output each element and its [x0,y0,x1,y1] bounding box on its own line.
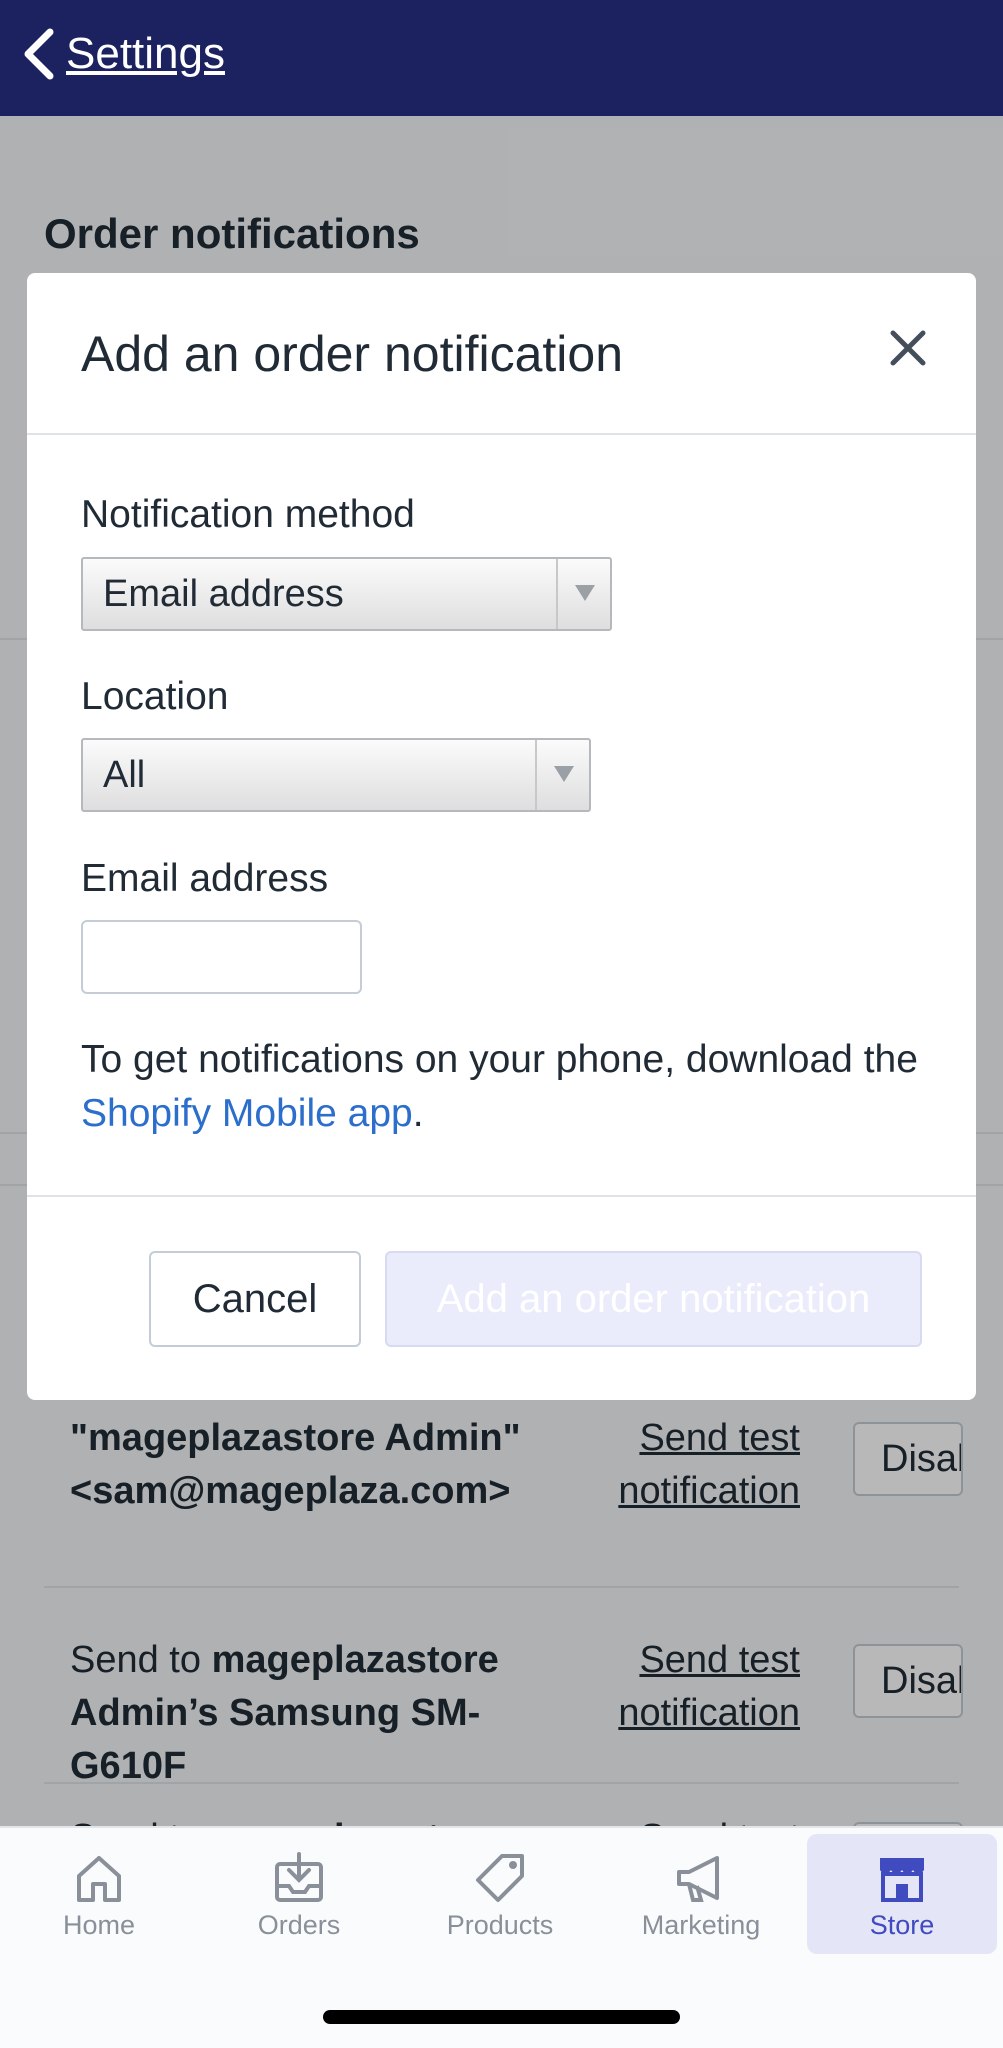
hint-text: To get notifications on your phone, down… [81,1038,918,1081]
tab-products[interactable]: Products [405,1834,595,1954]
add-notification-button[interactable]: Add an order notification [385,1251,922,1347]
back-link[interactable]: Settings [20,26,225,82]
mobile-app-hint: To get notifications on your phone, down… [81,1033,941,1141]
location-select[interactable]: All [81,738,591,812]
home-indicator [323,2010,680,2024]
orders-icon [275,1852,323,1902]
close-icon[interactable] [883,323,933,373]
tab-label: Products [446,1910,554,1940]
tab-label: Store [869,1910,935,1940]
tab-marketing[interactable]: Marketing [606,1834,796,1954]
chevron-left-icon [24,28,54,80]
tab-label: Home [62,1910,136,1940]
home-icon [77,1856,121,1902]
chevron-down-icon [575,585,595,601]
modal-divider [27,1195,976,1197]
modal-divider [27,433,976,435]
notification-method-label: Notification method [81,493,415,536]
tab-label: Orders [257,1910,341,1940]
add-notification-modal: Add an order notification Notification m… [27,273,976,1400]
hint-suffix: . [412,1092,424,1135]
dropdown-arrow [535,740,589,810]
back-label: Settings [66,29,225,78]
dropdown-arrow [556,559,610,629]
cancel-button[interactable]: Cancel [149,1251,361,1347]
tab-orders[interactable]: Orders [204,1834,394,1954]
tab-store[interactable]: Store [807,1834,997,1954]
location-label: Location [81,675,229,718]
shopify-mobile-app-link[interactable]: Shopify Mobile app [81,1092,413,1135]
chevron-down-icon [554,766,574,782]
notification-method-select[interactable]: Email address [81,557,612,631]
modal-title: Add an order notification [81,326,624,382]
email-field[interactable] [81,920,362,994]
location-value: All [103,754,146,796]
store-icon [880,1858,924,1902]
tag-icon [476,1854,524,1902]
email-address-label: Email address [81,857,329,900]
notification-method-value: Email address [103,573,344,615]
top-bar: Settings [0,0,1003,116]
tab-label: Marketing [641,1910,761,1940]
megaphone-icon [677,1856,719,1902]
tab-home[interactable]: Home [4,1834,194,1954]
